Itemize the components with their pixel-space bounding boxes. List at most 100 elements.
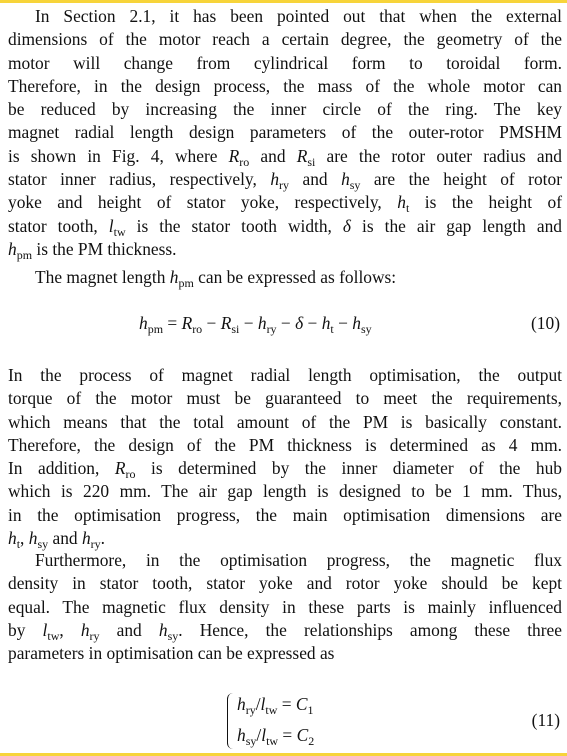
text-line: In the process of magnet radial length o… <box>8 364 562 387</box>
text-line: which means that the total amount of the… <box>8 411 562 434</box>
text-line: In Section 2.1, it has been pointed out … <box>8 5 562 28</box>
paragraph-1: In Section 2.1, it has been pointed out … <box>8 5 562 261</box>
text-line: stator inner radius, respectively, hry a… <box>8 168 562 191</box>
text-run: is the air gap length and <box>351 215 562 236</box>
text-run: − <box>303 313 322 333</box>
math-subscript: ry <box>245 703 256 717</box>
text-run: is the PM thickness. <box>32 238 177 259</box>
text-line: Furthermore, in the optimisation progres… <box>8 549 562 572</box>
text-run: is the stator tooth width, <box>125 215 343 236</box>
math-variable: R <box>296 145 308 166</box>
math-subscript: ry <box>89 628 100 643</box>
text-line: equal. The magnetic flux density in thes… <box>8 596 562 619</box>
math-subscript: sy <box>349 178 361 193</box>
text-run: dimensions of the motor reach a certain … <box>8 29 562 50</box>
paragraph-4: Furthermore, in the optimisation progres… <box>8 549 562 665</box>
text-run: which means that the total amount of the… <box>8 411 562 432</box>
text-run: is determined by the inner diameter of t… <box>135 458 562 479</box>
math-subscript: sy <box>167 628 179 643</box>
text-run: , <box>20 528 29 549</box>
text-run: In addition, <box>8 458 115 479</box>
text-run: and <box>249 145 297 166</box>
equation-10-number: (10) <box>531 313 560 333</box>
paragraph-3: In the process of magnet radial length o… <box>8 364 562 550</box>
math-variable: h <box>8 528 17 549</box>
text-line: hpm is the PM thickness. <box>8 238 562 261</box>
math-subscript: ry <box>279 178 290 193</box>
text-run: = <box>277 694 296 714</box>
math-variable: R <box>220 313 232 333</box>
text-line: magnet radial length design parameters o… <box>8 121 562 144</box>
text-run: yoke and height of stator yoke, respecti… <box>8 192 398 213</box>
math-subscript: tw <box>47 628 60 643</box>
text-run: In the process of magnet radial length o… <box>8 365 562 385</box>
math-subscript: pm <box>16 247 33 262</box>
text-run: and <box>289 169 342 190</box>
equation-11-row-1: hry/ltw = C1 <box>237 694 314 717</box>
text-run: density in stator tooth, stator yoke and… <box>8 573 562 594</box>
text-run: which is 220 mm. The air gap length is d… <box>8 481 562 502</box>
math-subscript: ry <box>266 322 277 336</box>
text-line: Therefore, the design of the PM thicknes… <box>8 434 562 457</box>
math-subscript: 1 <box>307 703 314 717</box>
text-run: . Hence, the relationships among these t… <box>178 619 562 640</box>
text-run: be reduced by increasing the inner circl… <box>8 99 562 120</box>
math-subscript: pm <box>178 276 194 290</box>
text-run: stator inner radius, respectively, <box>8 169 271 190</box>
text-run: Furthermore, in the optimisation progres… <box>35 550 562 570</box>
text-line: In addition, Rro is determined by the in… <box>8 457 562 480</box>
math-variable: h <box>158 619 168 640</box>
text-line: motor will change from cylindrical form … <box>8 52 562 75</box>
math-variable: R <box>181 313 193 333</box>
math-variable: δ <box>295 313 304 333</box>
math-subscript: tw <box>266 734 279 748</box>
text-run: − <box>333 313 353 333</box>
text-run: magnet radial length design parameters o… <box>8 122 562 143</box>
math-variable: h <box>8 238 17 259</box>
text-line: Therefore, in the design process, the ma… <box>8 75 562 98</box>
equation-11-row-2: hsy/ltw = C2 <box>237 725 315 748</box>
math-subscript: pm <box>147 322 164 336</box>
text-line: stator tooth, ltw is the stator tooth wi… <box>8 215 562 238</box>
text-run: is the height of <box>409 192 562 213</box>
math-variable: R <box>228 145 240 166</box>
text-line: yoke and height of stator yoke, respecti… <box>8 191 562 214</box>
text-run: and <box>99 619 159 640</box>
math-subscript: tw <box>113 224 126 239</box>
math-variable: h <box>257 313 267 333</box>
math-variable: h <box>237 725 246 745</box>
text-run: . <box>100 528 105 549</box>
math-subscript: sy <box>245 734 257 748</box>
text-run: are the rotor outer radius and <box>315 145 562 166</box>
math-variable: h <box>139 313 148 333</box>
text-run: and <box>48 528 82 549</box>
text-run: stator tooth, <box>8 215 109 236</box>
math-variable: R <box>114 458 126 479</box>
text-line: which is 220 mm. The air gap length is d… <box>8 480 562 503</box>
math-variable: C <box>296 725 309 745</box>
math-subscript: ro <box>125 467 136 482</box>
text-run: torque of the motor must be guaranteed t… <box>8 388 562 409</box>
text-line: torque of the motor must be guaranteed t… <box>8 387 562 410</box>
text-run: Therefore, in the design process, the ma… <box>8 75 562 96</box>
text-line: by ltw, hry and hsy. Hence, the relation… <box>8 619 562 642</box>
math-variable: δ <box>342 215 352 236</box>
math-variable: h <box>81 528 91 549</box>
text-run: = <box>163 313 182 333</box>
math-variable: h <box>80 619 90 640</box>
math-variable: h <box>397 192 406 213</box>
text-line: is shown in Fig. 4, where Rro and Rsi ar… <box>8 145 562 168</box>
text-run: in the optimisation progress, the main o… <box>8 504 562 525</box>
paragraph-2: The magnet length hpm can be expressed a… <box>8 266 562 289</box>
text-run: Therefore, the design of the PM thicknes… <box>8 434 562 455</box>
text-line: in the optimisation progress, the main o… <box>8 504 562 527</box>
top-highlight-border <box>0 0 567 3</box>
math-subscript: 2 <box>308 734 315 748</box>
text-run: In Section 2.1, it has been pointed out … <box>35 6 562 26</box>
equation-10: hpm = Rro − Rsi − hry − δ − ht − hsy <box>139 313 372 336</box>
equation-11-number: (11) <box>531 710 560 730</box>
math-subscript: ro <box>239 154 250 169</box>
text-line: ht, hsy and hry. <box>8 527 562 550</box>
text-run: − <box>202 313 221 333</box>
text-run: = <box>278 725 297 745</box>
